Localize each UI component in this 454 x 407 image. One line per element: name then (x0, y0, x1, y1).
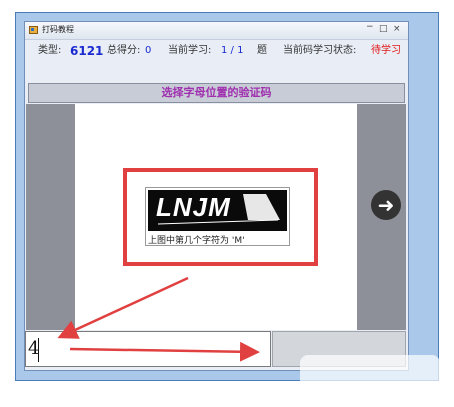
arrow-to-input (57, 276, 189, 339)
annotation-arrows (57, 276, 260, 362)
arrow-to-submit (69, 341, 260, 362)
